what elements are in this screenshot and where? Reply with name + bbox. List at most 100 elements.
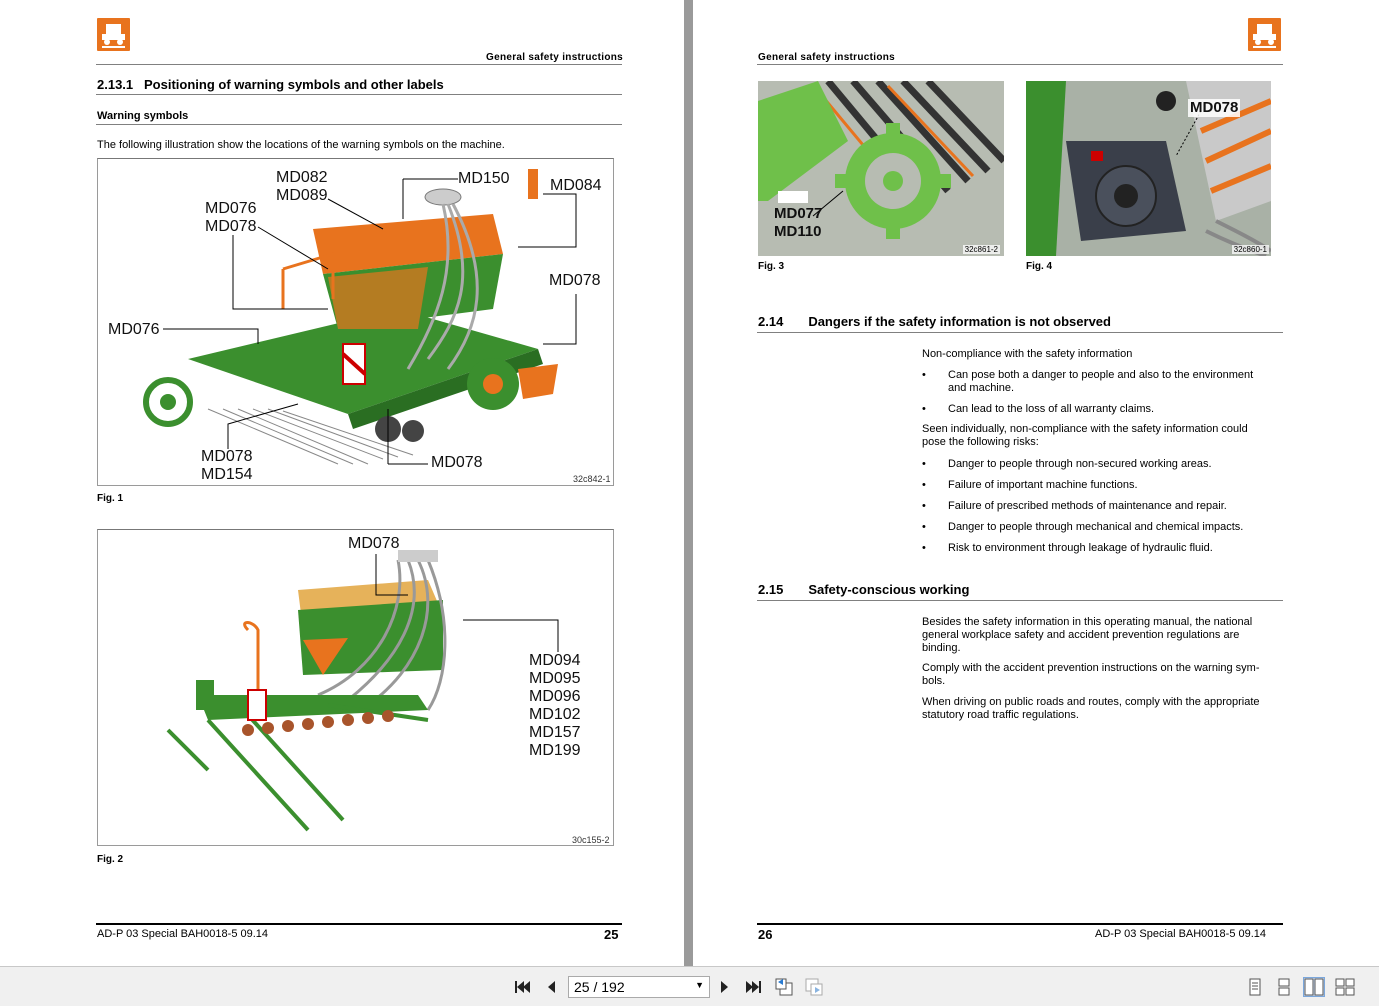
label-md094: MD094 [529, 652, 581, 669]
header-rule [757, 64, 1283, 65]
next-page-button[interactable] [714, 977, 736, 997]
two-page-continuous-icon [1335, 978, 1355, 996]
para-driving: When driving on public roads and routes,… [922, 696, 1260, 722]
fig3-code: 32c861-2 [962, 245, 1000, 254]
bullet-danger-people: • Can pose both a danger to people and a… [922, 369, 1282, 397]
figure-4-photo: MD078 32c860-1 [1026, 81, 1271, 256]
bullet-icon: • [922, 521, 926, 533]
bullet-icon: • [922, 479, 926, 491]
section-title: Dangers if the safety information is not… [808, 314, 1111, 329]
fig1-caption: Fig. 1 [97, 493, 124, 504]
single-page-icon [1249, 978, 1261, 996]
label-md096: MD096 [529, 688, 581, 705]
viewer-toolbar: 25 / 192 ▼ [0, 966, 1379, 1006]
footer-doc-left: AD-P 03 Special BAH0018-5 09.14 [97, 928, 269, 940]
section-number: 2.13.1 [97, 77, 134, 92]
callout-list-fig2: MD094 MD095 MD096 MD102 MD157 MD199 [529, 652, 581, 760]
footer-doc-right: AD-P 03 Special BAH0018-5 09.14 [1095, 928, 1267, 940]
running-header: General safety instructions [486, 52, 624, 63]
bullet-hydraulic: • Risk to environment through leakage of … [922, 542, 1282, 556]
section-number: 2.15 [758, 582, 784, 597]
section-heading-2-14: 2.14 Dangers if the safety information is… [758, 314, 1111, 329]
page-number-field[interactable]: 25 / 192 ▼ [568, 976, 710, 998]
figure-3-photo: MD077 MD110 32c861-2 [758, 81, 1004, 256]
amazone-logo [1248, 18, 1281, 51]
subheading-rule [96, 124, 622, 125]
go-forward-view-button[interactable] [803, 977, 825, 997]
bullet-text: Risk to environment through leakage of h… [948, 542, 1213, 554]
label-md084: MD084 [550, 177, 602, 194]
para-seen-individually: Seen individually, non-compliance with t… [922, 423, 1248, 449]
fig1-code: 32c842-1 [573, 474, 611, 484]
footer-rule [757, 923, 1283, 925]
bullet-icon: • [922, 458, 926, 470]
first-page-button[interactable] [511, 977, 533, 997]
para-line2: pose the following risks: [922, 436, 1039, 448]
bullet-icon: • [922, 403, 926, 415]
section-title: Positioning of warning symbols and other… [144, 77, 444, 92]
subheading-warning-symbols: Warning symbols [97, 110, 189, 122]
label-md089: MD089 [276, 187, 328, 204]
label-md154: MD154 [201, 466, 253, 483]
section-title: Safety-conscious working [808, 582, 970, 597]
fig1-machine-illustration [143, 169, 577, 465]
continuous-page-icon [1278, 978, 1290, 996]
bullet-icon: • [922, 369, 926, 381]
label-md078-center: MD078 [431, 454, 483, 471]
two-page-continuous-view-button[interactable] [1334, 977, 1356, 997]
page-number-right: 26 [758, 927, 773, 942]
bullet-text: Can lead to the loss of all warranty cla… [948, 403, 1155, 415]
go-back-view-button[interactable] [773, 977, 795, 997]
para-line1: When driving on public roads and routes,… [922, 696, 1260, 708]
callout-md077-md110: MD077 MD110 [774, 205, 822, 241]
section-heading-2-13-1: 2.13.1 Positioning of warning symbols an… [97, 77, 444, 92]
bullet-maintenance: • Failure of prescribed methods of mainte… [922, 500, 1282, 514]
label-md199: MD199 [529, 742, 581, 759]
page-number-left: 25 [604, 927, 619, 942]
label-md157: MD157 [529, 724, 581, 741]
bullet-text: Failure of important machine functions. [948, 479, 1138, 491]
para-comply: Comply with the accident prevention inst… [922, 662, 1260, 688]
two-page-icon [1304, 978, 1324, 996]
bullet-non-secured: • Danger to people through non-secured wo… [922, 458, 1282, 472]
para-line3: binding. [922, 642, 961, 654]
section-rule [757, 600, 1283, 601]
label-md076-left: MD076 [108, 321, 160, 338]
label-md095: MD095 [529, 670, 581, 687]
para-line1: Comply with the accident prevention inst… [922, 662, 1260, 674]
bullet-text-line1: Can pose both a danger to people and als… [948, 369, 1254, 381]
chevron-down-icon: ▼ [695, 980, 704, 990]
two-page-view-button[interactable] [1303, 977, 1325, 997]
last-page-button[interactable] [743, 977, 765, 997]
first-page-icon [515, 981, 530, 993]
section-heading-2-15: 2.15 Safety-conscious working [758, 582, 969, 597]
section-rule [96, 94, 622, 95]
para-line2: bols. [922, 675, 946, 687]
bullet-warranty: • Can lead to the loss of all warranty cl… [922, 403, 1282, 417]
bullet-mechanical-chemical: • Danger to people through mechanical and… [922, 521, 1282, 535]
fig3-caption: Fig. 3 [758, 261, 785, 272]
bullet-text-line2: and machine. [948, 382, 1015, 394]
label-md078-fig2: MD078 [348, 535, 400, 552]
label-md078: MD078 [205, 218, 257, 235]
next-page-icon [721, 981, 728, 993]
figure-2: MD078 MD094 MD095 MD096 MD102 MD157 MD19… [97, 529, 614, 846]
para-line1: Besides the safety information in this o… [922, 616, 1253, 628]
label-md078-fig4: MD078 [1188, 99, 1241, 117]
last-page-icon [746, 981, 761, 993]
bullet-text: Failure of prescribed methods of mainten… [948, 500, 1227, 512]
label-md077: MD077 [774, 205, 823, 222]
single-page-view-button[interactable] [1244, 977, 1266, 997]
para-line2: general workplace safety and accident pr… [922, 629, 1240, 641]
continuous-view-button[interactable] [1273, 977, 1295, 997]
left-page: General safety instructions 2.13.1 Posit… [0, 0, 684, 966]
footer-rule [96, 923, 622, 925]
fig2-caption: Fig. 2 [97, 854, 124, 865]
previous-page-icon [548, 981, 555, 993]
header-rule [96, 64, 622, 65]
previous-view-icon [775, 978, 793, 996]
previous-page-button[interactable] [540, 977, 562, 997]
callout-md082-md089: MD082 MD089 [276, 169, 328, 205]
label-md082: MD082 [276, 169, 328, 186]
fig4-code: 32c860-1 [1231, 245, 1269, 254]
